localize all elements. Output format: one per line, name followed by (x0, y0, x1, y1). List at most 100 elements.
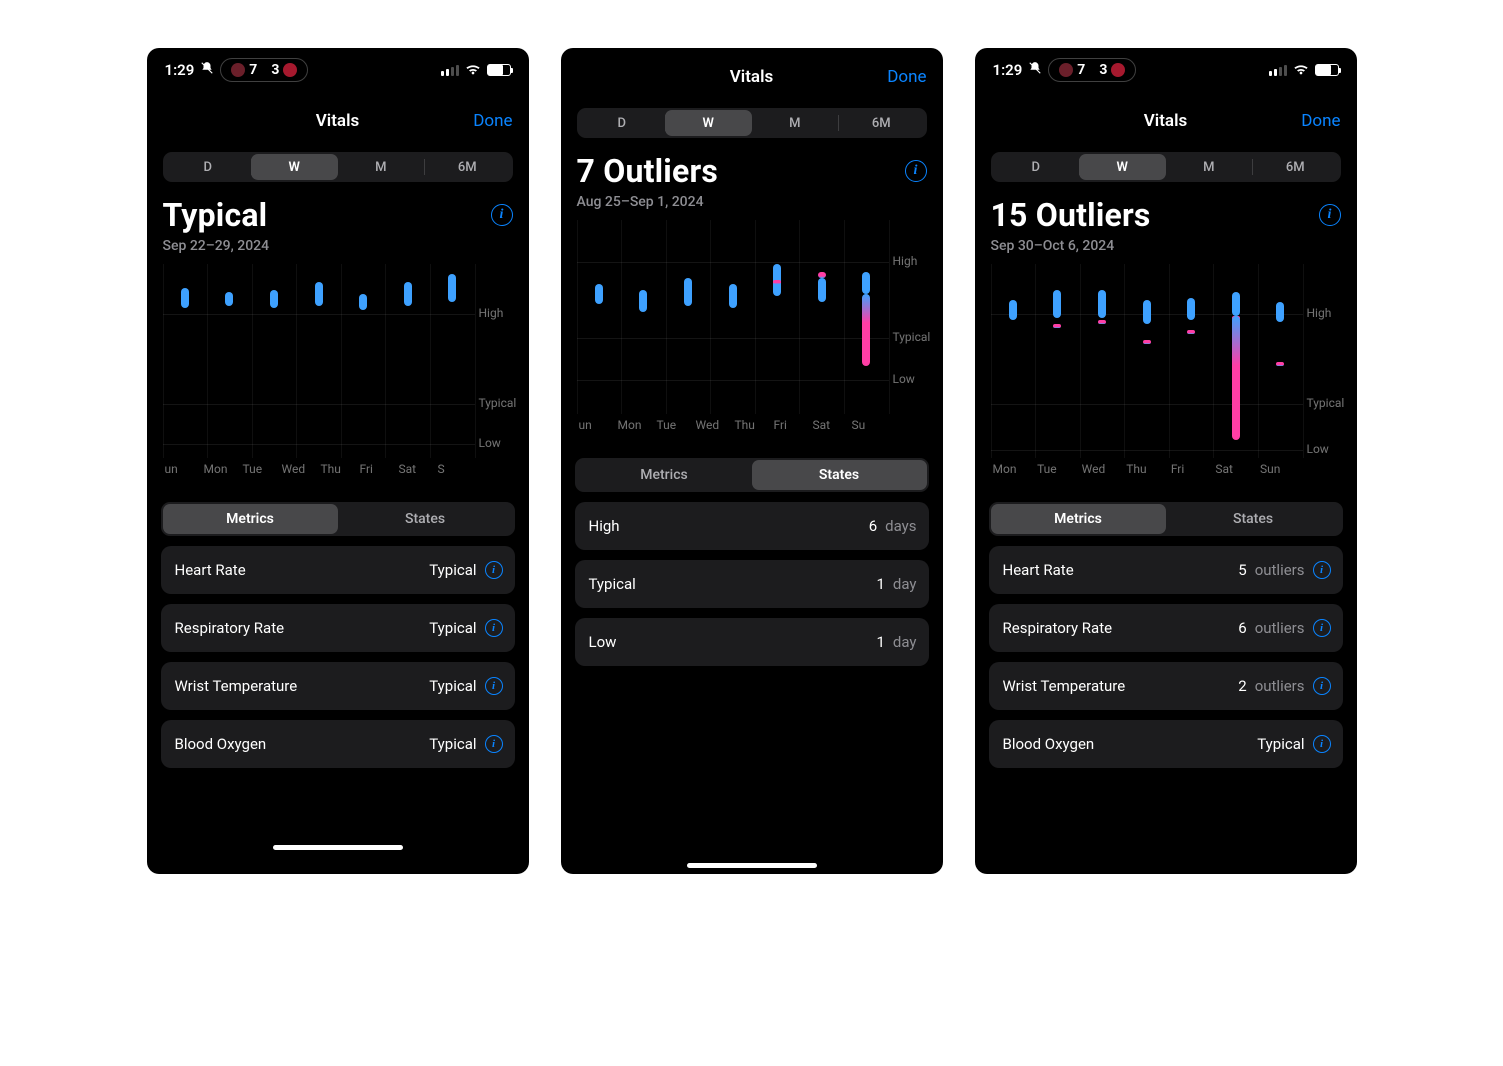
view-toggle[interactable]: MetricsStates (989, 502, 1343, 536)
chart-bar (844, 220, 889, 414)
chart-bar (341, 264, 386, 458)
period-segment-6m[interactable]: 6M (1252, 154, 1339, 180)
wifi-icon (1293, 61, 1309, 79)
chart-x-axis: unMonTueWedThuFriSatS (163, 462, 475, 484)
view-toggle-states[interactable]: States (338, 504, 513, 534)
detail-row[interactable]: Blood OxygenTypicali (161, 720, 515, 768)
view-toggle-metrics[interactable]: Metrics (991, 504, 1166, 534)
info-icon[interactable]: i (485, 619, 503, 637)
detail-row[interactable]: Wrist TemperatureTypicali (161, 662, 515, 710)
row-label: Low (589, 633, 617, 651)
chart-bar (430, 264, 475, 458)
row-value: Typical (429, 677, 476, 695)
row-suffix: days (885, 517, 916, 535)
live-score-pill[interactable]: 73 (220, 58, 308, 82)
detail-rows: Heart Rate5outliersi Respiratory Rate6out… (975, 546, 1357, 768)
nav-header: Vitals Done (561, 52, 943, 102)
view-toggle-metrics[interactable]: Metrics (577, 460, 752, 490)
period-segment-m[interactable]: M (338, 154, 425, 180)
view-toggle-states[interactable]: States (752, 460, 927, 490)
info-icon[interactable]: i (1313, 677, 1331, 695)
view-toggle[interactable]: MetricsStates (161, 502, 515, 536)
period-segment-6m[interactable]: 6M (424, 154, 511, 180)
row-value: Typical (429, 561, 476, 579)
done-button[interactable]: Done (887, 67, 926, 87)
detail-row[interactable]: Blood OxygenTypicali (989, 720, 1343, 768)
chart-bar (755, 220, 800, 414)
bell-off-icon (200, 61, 214, 79)
detail-row[interactable]: Respiratory RateTypicali (161, 604, 515, 652)
period-segment-w[interactable]: W (1079, 154, 1166, 180)
info-icon[interactable]: i (485, 677, 503, 695)
chart-x-axis: unMonTueWedThuFriSatSu (577, 418, 889, 440)
phone-screen: 1:2973VitalsDoneDWM6M15 OutliersSep 30–O… (975, 48, 1357, 874)
detail-rows: Heart RateTypicaliRespiratory RateTypica… (147, 546, 529, 768)
detail-row[interactable]: Wrist Temperature2outliersi (989, 662, 1343, 710)
info-icon[interactable]: i (485, 561, 503, 579)
vitals-chart: unMonTueWedThuFriSatSuHighTypicalLow (561, 214, 943, 440)
page-title: 15 Outliers (991, 196, 1341, 234)
vitals-chart: MonTueWedThuFriSatSunHighTypicalLow (975, 258, 1357, 484)
row-value: 1 (876, 633, 884, 651)
period-segment-d[interactable]: D (165, 154, 252, 180)
chart-y-axis: HighTypicalLow (475, 264, 521, 484)
period-segment-d[interactable]: D (579, 110, 666, 136)
battery-icon (1315, 64, 1339, 76)
period-segment-m[interactable]: M (1166, 154, 1253, 180)
team-a-icon (1059, 63, 1073, 77)
row-label: Heart Rate (1003, 561, 1074, 579)
chart-bar (799, 220, 844, 414)
period-segment-6m[interactable]: 6M (838, 110, 925, 136)
detail-row[interactable]: High 6 days (575, 502, 929, 550)
detail-row[interactable]: Typical1day (575, 560, 929, 608)
period-segment-w[interactable]: W (665, 110, 752, 136)
chart-bar (252, 264, 297, 458)
team-a-icon (231, 63, 245, 77)
info-icon[interactable]: i (905, 160, 927, 182)
date-range: Sep 22–29, 2024 (163, 238, 513, 254)
view-toggle-metrics[interactable]: Metrics (163, 504, 338, 534)
info-icon[interactable]: i (485, 735, 503, 753)
period-segment[interactable]: DWM6M (577, 108, 927, 138)
info-icon[interactable]: i (1313, 561, 1331, 579)
detail-row[interactable]: Heart Rate5outliersi (989, 546, 1343, 594)
battery-icon (487, 64, 511, 76)
team-a-score: 7 (249, 62, 257, 78)
info-icon[interactable]: i (1313, 619, 1331, 637)
phone-screen: 1:2973VitalsDoneDWM6MTypicalSep 22–29, 2… (147, 48, 529, 874)
period-segment-d[interactable]: D (993, 154, 1080, 180)
done-button[interactable]: Done (473, 111, 512, 131)
chart-bar (666, 220, 711, 414)
period-segment[interactable]: DWM6M (991, 152, 1341, 182)
chart-bar (296, 264, 341, 458)
chart-bar (163, 264, 208, 458)
period-segment[interactable]: DWM6M (163, 152, 513, 182)
done-button[interactable]: Done (1301, 111, 1340, 131)
period-segment-m[interactable]: M (752, 110, 839, 136)
nav-title: Vitals (730, 67, 773, 87)
info-icon[interactable]: i (491, 204, 513, 226)
info-icon[interactable]: i (1313, 735, 1331, 753)
view-toggle[interactable]: MetricsStates (575, 458, 929, 492)
detail-row[interactable]: Low1day (575, 618, 929, 666)
view-toggle-states[interactable]: States (1166, 504, 1341, 534)
scroll-indicator (273, 845, 403, 850)
chart-bar (1169, 264, 1214, 458)
chart-bar (1213, 264, 1258, 458)
status-bar: 1:2973 (147, 48, 529, 92)
live-score-pill[interactable]: 73 (1048, 58, 1136, 82)
row-value: 6 (869, 517, 877, 535)
period-segment-w[interactable]: W (251, 154, 338, 180)
detail-row[interactable]: Heart Rate Typical i (161, 546, 515, 594)
team-b-score: 3 (1099, 62, 1107, 78)
status-time: 1:29 (993, 61, 1023, 79)
detail-row[interactable]: Respiratory Rate6outliersi (989, 604, 1343, 652)
nav-header: VitalsDone (975, 96, 1357, 146)
row-label: Typical (589, 575, 636, 593)
row-label: High (589, 517, 620, 535)
info-icon[interactable]: i (1319, 204, 1341, 226)
date-range: Aug 25–Sep 1, 2024 (577, 194, 927, 210)
row-label: Heart Rate (175, 561, 246, 579)
chart-bar (1080, 264, 1125, 458)
chart-bar (385, 264, 430, 458)
